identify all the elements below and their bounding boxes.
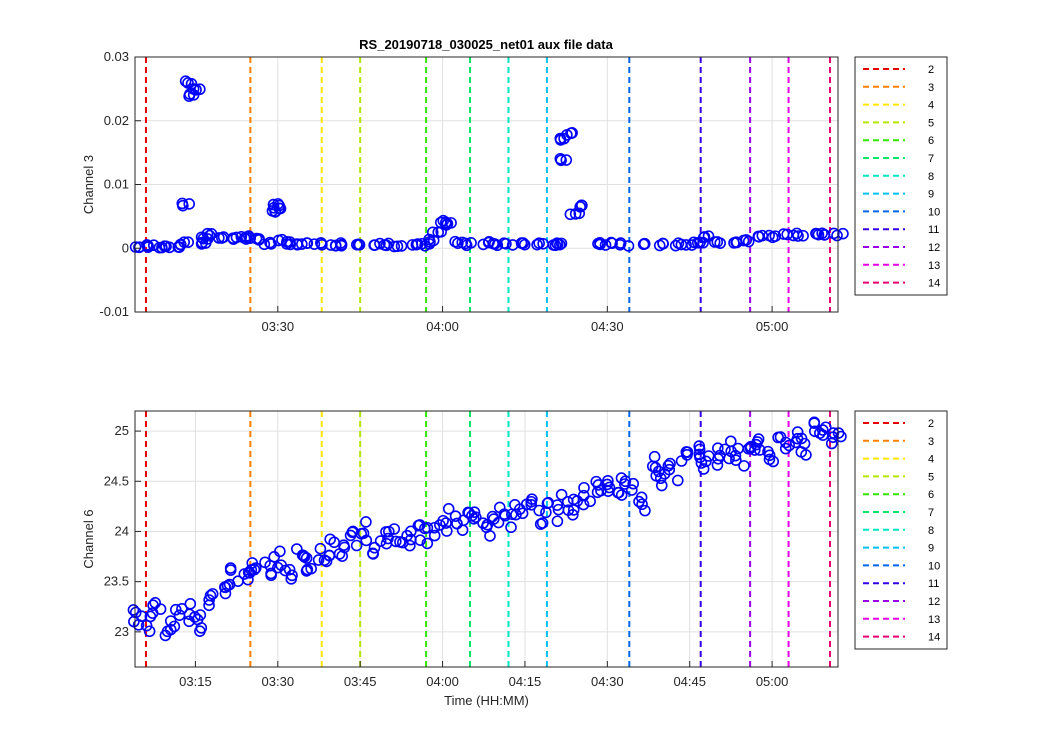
legend-label: 14 xyxy=(928,278,940,290)
legend-label: 12 xyxy=(928,242,940,254)
legend-label: 13 xyxy=(928,260,940,272)
legend-label: 4 xyxy=(928,100,934,112)
grid xyxy=(135,56,838,313)
x-tick-label: 03:45 xyxy=(344,674,377,689)
x-tick-label: 04:00 xyxy=(426,319,459,334)
x-tick-label: 05:00 xyxy=(756,674,789,689)
x-tick-label: 05:00 xyxy=(756,319,789,334)
y-axis-label: Channel 6 xyxy=(81,509,96,568)
legend-label: 9 xyxy=(928,543,934,555)
legend: 2 3 4 5 6 7 8 9 10 11 12 13 14 xyxy=(854,56,948,296)
x-tick-label: 04:30 xyxy=(591,319,624,334)
x-tick-label: 04:30 xyxy=(591,674,624,689)
y-tick-label: 0.03 xyxy=(104,49,129,64)
legend-label: 7 xyxy=(928,507,934,519)
y-tick-label: 0.02 xyxy=(104,113,129,128)
figure: RS_20190718_030025_net01 aux file data -… xyxy=(0,0,1050,750)
y-tick-label: 0.01 xyxy=(104,177,129,192)
x-tick-label: 03:30 xyxy=(262,674,295,689)
x-axis-label: Time (HH:MM) xyxy=(444,693,529,708)
legend: 2 3 4 5 6 7 8 9 10 11 12 13 14 xyxy=(854,410,948,650)
legend-label: 7 xyxy=(928,153,934,165)
legend-label: 5 xyxy=(928,117,934,129)
legend-label: 8 xyxy=(928,171,934,183)
figure-title: RS_20190718_030025_net01 aux file data xyxy=(359,37,613,52)
legend-label: 11 xyxy=(928,224,939,236)
x-tick-label: 04:15 xyxy=(509,674,542,689)
legend-label: 6 xyxy=(928,135,934,147)
y-tick-label: 23.5 xyxy=(104,574,129,589)
legend-label: 10 xyxy=(928,206,940,218)
y-tick-label: 24 xyxy=(115,523,129,538)
x-tick-label: 03:30 xyxy=(262,319,295,334)
x-tick-label: 04:45 xyxy=(673,674,706,689)
legend-label: 6 xyxy=(928,489,934,501)
x-tick-label: 03:15 xyxy=(179,674,212,689)
y-tick-label: 23 xyxy=(115,624,129,639)
legend-label: 14 xyxy=(928,632,940,644)
legend-label: 13 xyxy=(928,614,940,626)
y-tick-label: 25 xyxy=(115,423,129,438)
legend-label: 3 xyxy=(928,436,934,448)
legend-label: 9 xyxy=(928,189,934,201)
y-tick-label: -0.01 xyxy=(99,304,129,319)
channel-6-plot: 2323.52424.525 03:15 03:30 03:45 04:00 04:15… xyxy=(81,410,948,708)
legend-label: 2 xyxy=(928,418,934,430)
legend-label: 2 xyxy=(928,64,934,76)
legend-label: 10 xyxy=(928,560,940,572)
legend-label: 5 xyxy=(928,471,934,483)
legend-label: 3 xyxy=(928,82,934,94)
y-tick-label: 0 xyxy=(122,240,129,255)
legend-label: 12 xyxy=(928,596,940,608)
legend-label: 11 xyxy=(928,578,939,590)
channel-3-plot: -0.0100.010.020.03 03:30 04:00 04:30 05:00 … xyxy=(81,49,948,334)
x-tick-label: 04:00 xyxy=(426,674,459,689)
legend-label: 8 xyxy=(928,525,934,537)
legend-label: 4 xyxy=(928,454,934,466)
y-tick-label: 24.5 xyxy=(104,473,129,488)
y-axis-label: Channel 3 xyxy=(81,155,96,214)
